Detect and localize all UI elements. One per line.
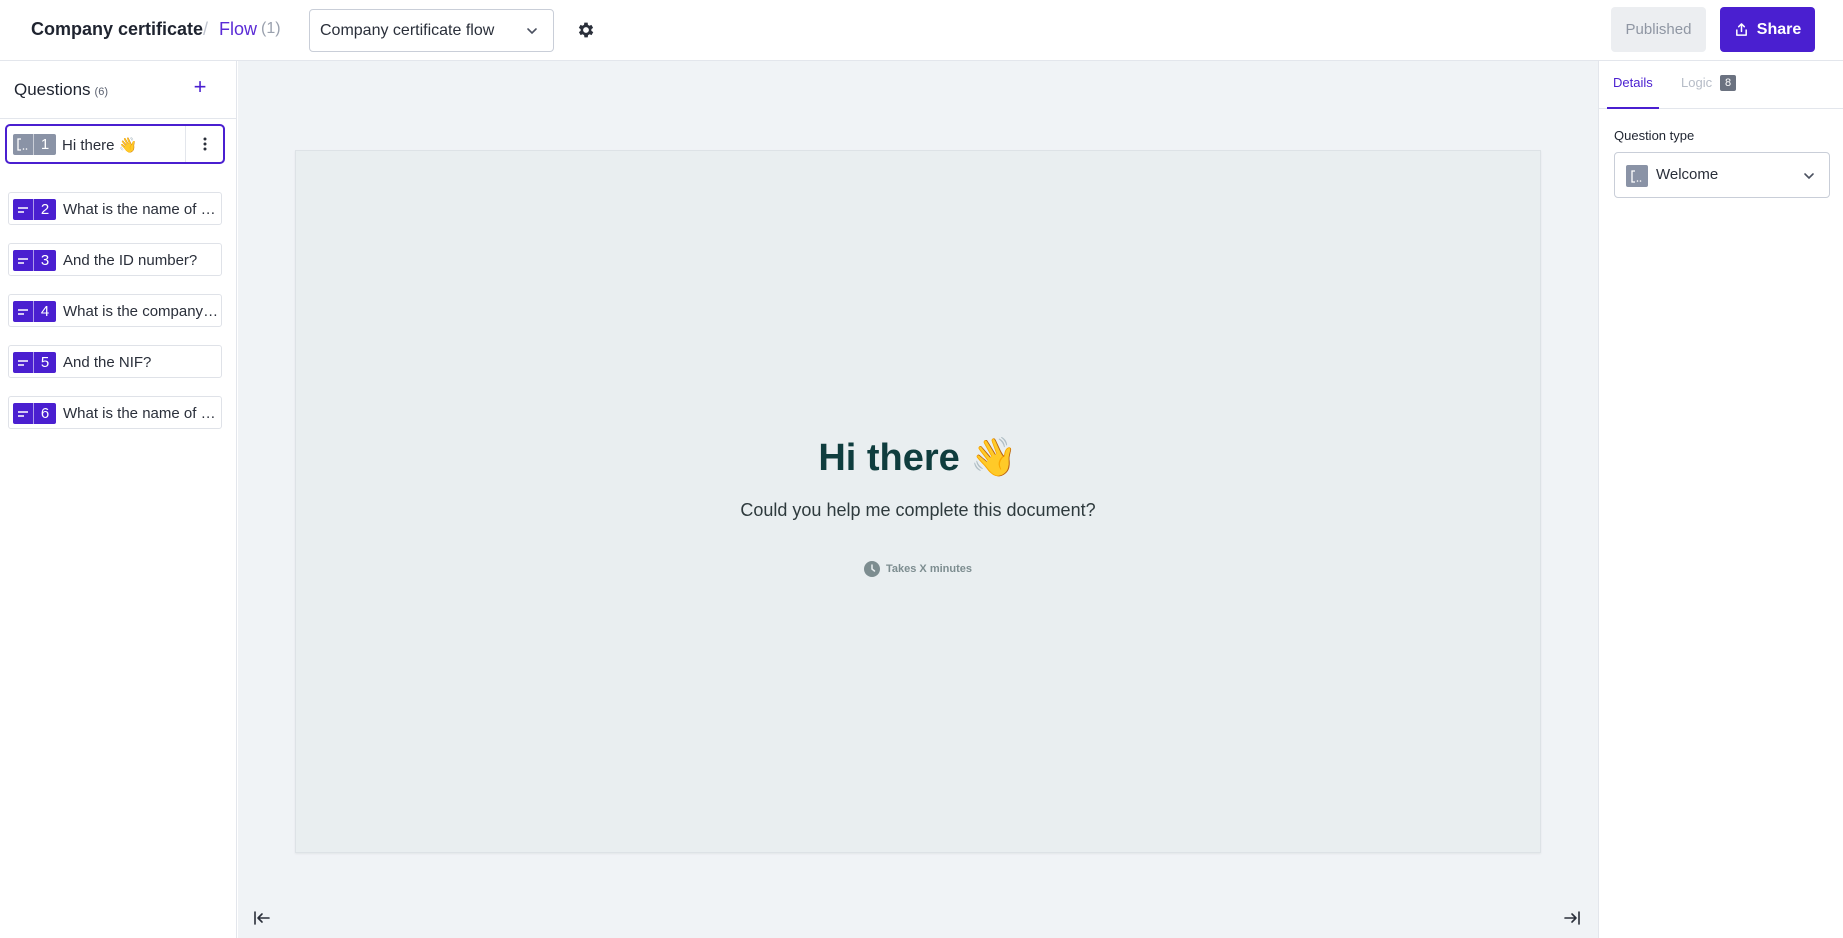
question-item-6[interactable]: 6 What is the name of the representative… bbox=[8, 396, 222, 429]
question-label: What is the company address? bbox=[63, 303, 219, 320]
tab-details[interactable]: Details bbox=[1607, 61, 1659, 109]
welcome-title: Hi there 👋 bbox=[818, 437, 1018, 479]
editor-canvas: Hi there 👋 Could you help me complete th… bbox=[238, 61, 1598, 938]
properties-panel: Details Logic 8 Question type Welcome bbox=[1598, 61, 1843, 938]
text-lines-icon bbox=[13, 352, 34, 373]
text-lines-icon bbox=[13, 403, 34, 424]
time-estimate: Takes X minutes bbox=[296, 561, 1540, 577]
question-item-4[interactable]: 4 What is the company address? bbox=[8, 294, 222, 327]
breadcrumb-flow-link[interactable]: Flow bbox=[219, 19, 257, 40]
questions-count: (6) bbox=[94, 86, 108, 98]
document-title[interactable]: Company certificate bbox=[31, 19, 203, 40]
question-type-label: Question type bbox=[1614, 128, 1695, 143]
text-lines-icon bbox=[13, 301, 34, 322]
question-label: What is the name of the representative? bbox=[63, 405, 219, 422]
question-type-value: Welcome bbox=[1656, 166, 1719, 183]
question-item-2[interactable]: 2 What is the name of the company? bbox=[8, 192, 222, 225]
add-question-icon[interactable]: + bbox=[190, 76, 210, 98]
question-badge: 3 bbox=[13, 250, 56, 271]
question-badge: 1 bbox=[13, 134, 56, 155]
more-vertical-icon[interactable] bbox=[185, 126, 223, 162]
chevron-down-icon bbox=[1804, 173, 1814, 180]
questions-header: Questions (6) + bbox=[0, 61, 237, 119]
flow-select[interactable]: Company certificate flow bbox=[309, 9, 554, 52]
flow-count: (1) bbox=[261, 20, 281, 37]
tab-logic[interactable]: Logic 8 bbox=[1681, 75, 1737, 91]
question-item-1[interactable]: 1 Hi there 👋 bbox=[5, 124, 225, 164]
collapse-right-icon[interactable] bbox=[1563, 909, 1581, 927]
question-badge: 5 bbox=[13, 352, 56, 373]
bracket-icon bbox=[1626, 165, 1648, 187]
published-button[interactable]: Published bbox=[1611, 7, 1706, 52]
gear-icon[interactable] bbox=[576, 20, 596, 40]
time-estimate-label: Takes X minutes bbox=[886, 563, 972, 575]
breadcrumb-separator: / bbox=[203, 19, 209, 39]
question-label: And the ID number? bbox=[63, 252, 198, 269]
text-lines-icon bbox=[13, 250, 34, 271]
logic-badge: 8 bbox=[1720, 75, 1737, 91]
welcome-subtitle: Could you help me complete this document… bbox=[740, 500, 1096, 520]
question-badge: 2 bbox=[13, 199, 56, 220]
flow-select-value: Company certificate flow bbox=[320, 22, 495, 39]
question-label: What is the name of the company? bbox=[63, 201, 219, 218]
share-button-label: Share bbox=[1756, 20, 1802, 38]
question-item-5[interactable]: 5 And the NIF? bbox=[8, 345, 222, 378]
question-label: And the NIF? bbox=[63, 354, 152, 371]
welcome-preview[interactable]: Hi there 👋 Could you help me complete th… bbox=[295, 150, 1541, 853]
bracket-icon bbox=[13, 134, 34, 155]
text-lines-icon bbox=[13, 199, 34, 220]
questions-sidebar: Questions (6) + 1 Hi there 👋 2 What is th… bbox=[0, 61, 237, 938]
clock-icon bbox=[864, 561, 880, 577]
collapse-left-icon[interactable] bbox=[253, 909, 271, 927]
question-badge: 4 bbox=[13, 301, 56, 322]
question-badge: 6 bbox=[13, 403, 56, 424]
share-button[interactable]: Share bbox=[1720, 7, 1815, 52]
share-icon bbox=[1735, 23, 1747, 36]
tab-logic-label: Logic bbox=[1681, 75, 1713, 90]
questions-title: Questions (6) bbox=[14, 80, 108, 99]
chevron-down-icon bbox=[527, 28, 537, 35]
question-item-3[interactable]: 3 And the ID number? bbox=[8, 243, 222, 276]
top-bar: Company certificate / Flow (1) Company c… bbox=[0, 0, 1843, 61]
question-type-select[interactable]: Welcome bbox=[1614, 152, 1830, 198]
panel-tabs: Details Logic 8 bbox=[1599, 61, 1843, 109]
